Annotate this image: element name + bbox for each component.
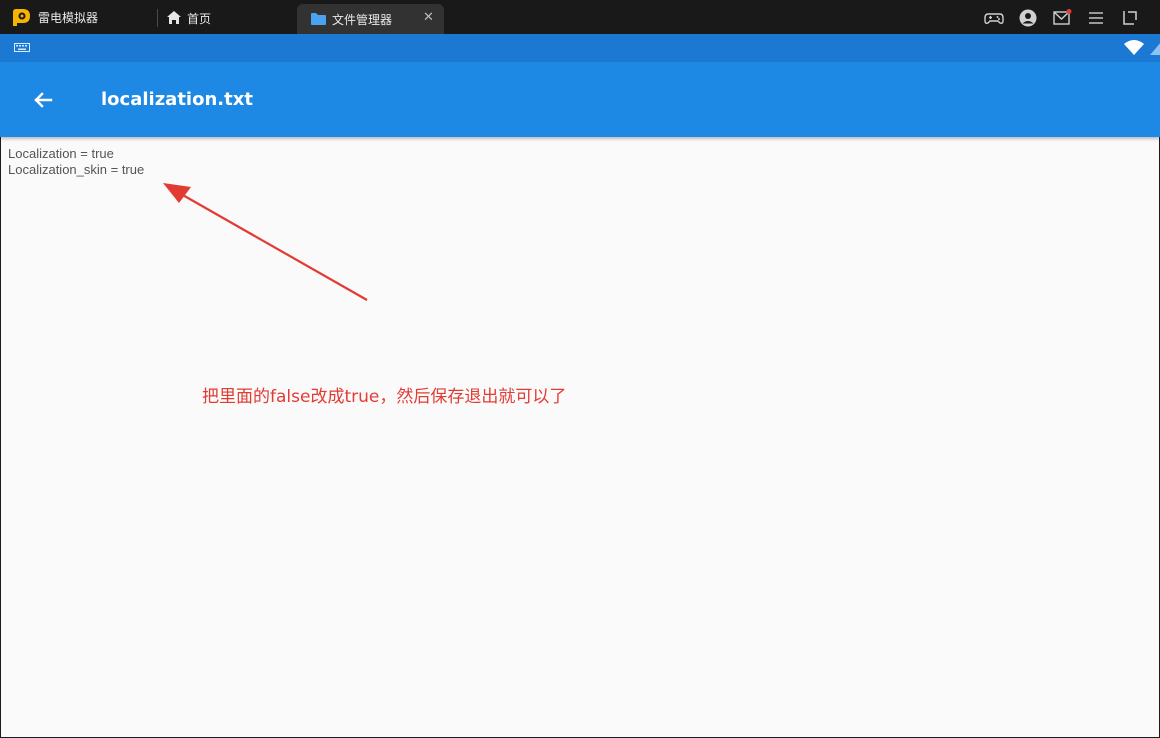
file-content-area: Localization = true Localization_skin = … — [1, 137, 1159, 737]
folder-icon — [311, 13, 326, 25]
app-bar: localization.txt — [0, 62, 1160, 137]
wifi-icon — [1124, 40, 1144, 55]
mail-icon[interactable] — [1052, 8, 1072, 28]
file-line: Localization_skin = true — [8, 162, 145, 177]
crop-icon[interactable] — [1120, 8, 1140, 28]
close-tab-icon[interactable]: ✕ — [423, 10, 434, 25]
tab-file-manager[interactable]: 文件管理器 ✕ — [297, 4, 444, 34]
tab-home-label: 首页 — [187, 12, 212, 26]
tab-file-manager-label: 文件管理器 — [332, 13, 393, 27]
ldplayer-logo-icon — [13, 9, 30, 26]
menu-icon[interactable] — [1086, 8, 1106, 28]
emulator-titlebar: 雷电模拟器 首页 文件管理器 ✕ — [0, 0, 1160, 34]
tab-divider — [157, 9, 158, 27]
tab-home[interactable]: 首页 — [160, 5, 290, 31]
account-icon[interactable] — [1018, 8, 1038, 28]
signal-icon — [1150, 43, 1160, 55]
home-icon — [167, 11, 181, 24]
app-name: 雷电模拟器 — [38, 11, 99, 25]
keyboard-icon — [14, 43, 30, 52]
file-text-editor[interactable]: Localization = true Localization_skin = … — [8, 146, 1148, 446]
annotation-note: 把里面的false改成true，然后保存退出就可以了 — [202, 387, 567, 407]
gamepad-icon[interactable] — [984, 8, 1004, 28]
arrow-back-icon[interactable] — [29, 86, 57, 114]
file-line: Localization = true — [8, 146, 114, 161]
file-title: localization.txt — [101, 89, 253, 110]
android-status-bar — [0, 34, 1160, 62]
